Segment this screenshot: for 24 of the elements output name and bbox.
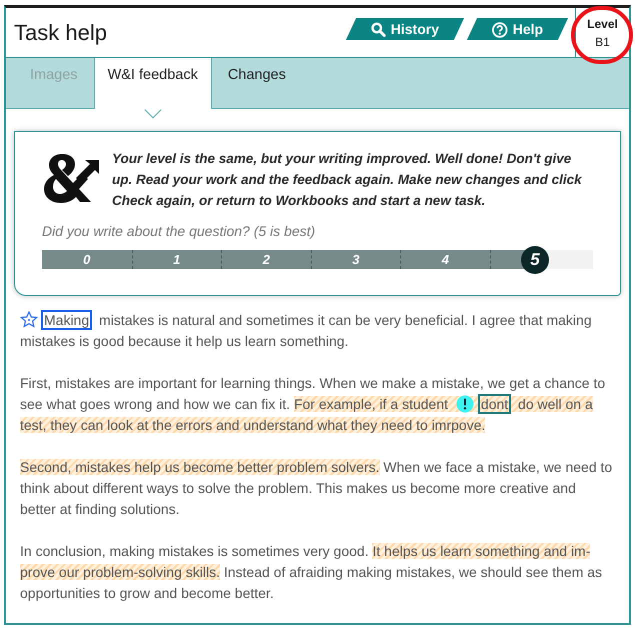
essay-paragraph: Making mistakes is natural and sometimes it can be very beneficial. I agree that making mistakes is good because it help us learn something.: [20, 310, 593, 351]
score-label: 2: [262, 250, 270, 269]
level-label: Level: [587, 16, 618, 32]
score-label: 4: [442, 250, 449, 269]
ampersand-arrow-logo: [42, 152, 100, 204]
score-label: 0: [83, 250, 90, 269]
selected-score-badge: 5: [520, 246, 549, 274]
essay-paragraph: Second, mistakes help us become better problem solvers. When we face a mistake, we need to think about different ways to solve the problem. This makes us become more creative and better at finding solutions.: [20, 458, 614, 519]
page-title: Task help: [13, 19, 108, 47]
score-label: 3: [352, 250, 360, 269]
star-icon: [20, 311, 38, 328]
essay-paragraph: In conclusion, making mistakes is sometimes very good. It helps us learn something and im-prove our problem-solving skills. Instead of afraiding making mistakes, we should see them as opportunities to grow and become better.: [20, 542, 604, 603]
scale-question: Did you write about the question? (5 is best): [42, 222, 316, 241]
alert-icon: [456, 395, 474, 413]
search-icon: [371, 21, 386, 36]
flagged-word[interactable]: dont: [478, 394, 512, 414]
score-label: 1: [173, 250, 180, 269]
help-icon: [492, 20, 508, 36]
feedback-message: Your level is the same, but your writing improved. Well done! Don't give up. Read your work and the feedback again. Make new changes and click Check again, or return to Workbooks and start a new task.: [112, 150, 583, 210]
flagged-word[interactable]: Making: [41, 310, 92, 330]
level-value: B1: [595, 34, 610, 50]
header-button[interactable]: History: [346, 18, 465, 40]
tab[interactable]: Changes: [212, 58, 302, 109]
header-button[interactable]: Help: [466, 18, 568, 40]
